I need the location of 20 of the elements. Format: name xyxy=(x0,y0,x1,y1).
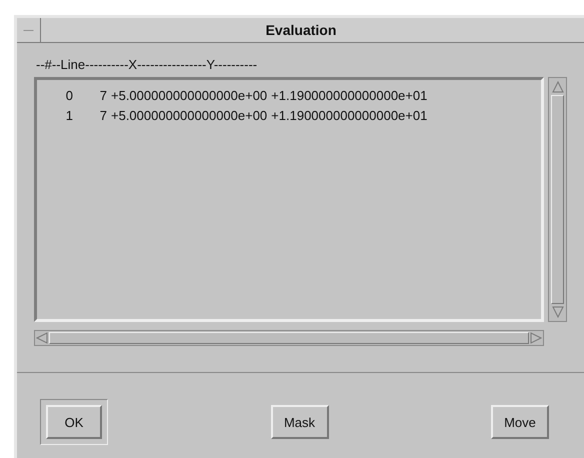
row-index: 1 xyxy=(64,107,73,125)
move-button[interactable]: Move xyxy=(491,405,549,439)
up-arrow-icon[interactable] xyxy=(550,80,564,94)
y-value: +1.190000000000000e+01 xyxy=(271,107,428,125)
right-arrow-icon[interactable] xyxy=(529,332,543,344)
column-header: --#--Line----------X----------------Y---------- xyxy=(35,57,258,74)
y-value: +1.190000000000000e+01 xyxy=(271,87,428,105)
vertical-scrollbar[interactable] xyxy=(548,77,567,322)
list-box[interactable]: 0 7 +5.000000000000000e+00 +1.190000000000000e+01 1 7 +5.000000000000000e+00 +1.190000000000000e+01 xyxy=(34,77,544,322)
line-value: 7 xyxy=(98,107,107,125)
row-index: 0 xyxy=(64,87,73,105)
left-arrow-icon[interactable] xyxy=(35,332,49,344)
down-arrow-icon[interactable] xyxy=(550,305,564,319)
horizontal-scrollbar[interactable] xyxy=(34,330,544,346)
window-title: Evaluation xyxy=(264,21,338,40)
mask-button[interactable]: Mask xyxy=(270,405,328,439)
x-value: +5.000000000000000e+00 xyxy=(111,87,268,105)
line-value: 7 xyxy=(98,87,107,105)
x-value: +5.000000000000000e+00 xyxy=(111,107,268,125)
ok-button[interactable]: OK xyxy=(46,405,102,439)
